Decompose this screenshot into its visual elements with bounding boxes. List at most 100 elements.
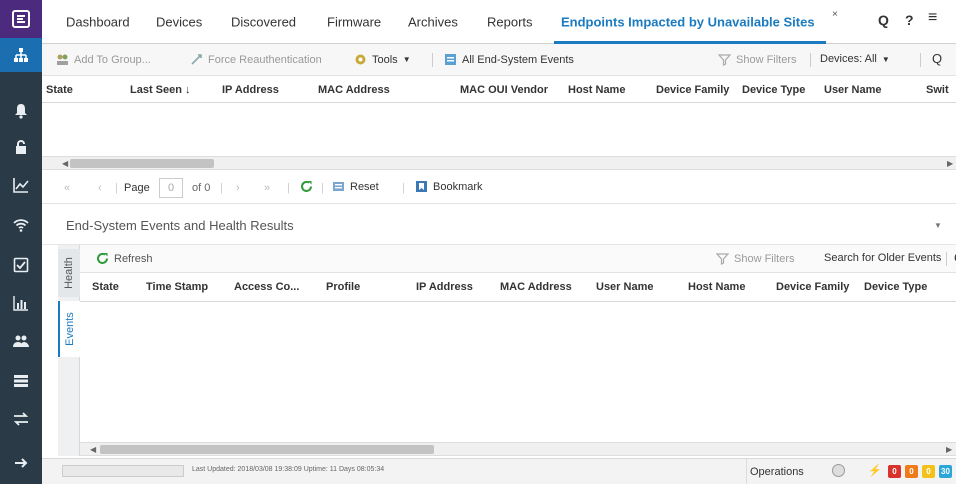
chevron-down-icon: ▼ — [402, 55, 411, 64]
alarm-mute-icon[interactable]: ⚡ — [868, 464, 882, 477]
tab-events[interactable]: Events — [58, 301, 80, 357]
scroll-right-icon[interactable]: ▶ — [947, 159, 953, 168]
column-header[interactable]: Host Name — [688, 281, 745, 293]
grid-search-icon[interactable]: Q — [932, 51, 942, 66]
filter-icon — [718, 54, 731, 66]
menu-icon[interactable]: ≡ — [928, 9, 937, 27]
column-header[interactable]: IP Address — [222, 84, 279, 96]
tab-dashboard[interactable]: Dashboard — [66, 15, 130, 30]
refresh-label: Refresh — [114, 252, 153, 265]
page-number-input[interactable]: 0 — [159, 178, 183, 198]
warning-alarm-badge[interactable]: 0 — [922, 465, 935, 478]
arrow-right-icon[interactable] — [0, 446, 42, 480]
column-header[interactable]: Profile — [326, 281, 360, 293]
events-icon — [445, 54, 456, 65]
tab-devices[interactable]: Devices — [156, 15, 202, 30]
column-header[interactable]: MAC OUI Vendor — [460, 84, 548, 96]
logo-icon[interactable] — [0, 0, 42, 38]
column-header[interactable]: State — [46, 84, 73, 96]
events-horizontal-scrollbar[interactable]: ◀ ▶ — [80, 442, 956, 456]
column-header[interactable]: MAC Address — [318, 84, 390, 96]
tab-discovered[interactable]: Discovered — [231, 15, 296, 30]
column-header[interactable]: User Name — [596, 281, 653, 293]
add-to-group-button[interactable]: Add To Group... — [56, 53, 151, 66]
section-title: End-System Events and Health Results — [66, 218, 294, 233]
info-alarm-badge[interactable]: 30 — [939, 465, 952, 478]
critical-alarm-badge[interactable]: 0 — [888, 465, 901, 478]
column-header[interactable]: Device Family — [656, 84, 729, 96]
operations-status-icon[interactable] — [832, 464, 845, 477]
column-header[interactable]: Device Family — [776, 281, 849, 293]
all-events-label: All End-System Events — [462, 53, 574, 66]
server-icon[interactable] — [0, 364, 42, 398]
scrollbar-thumb[interactable] — [70, 159, 214, 168]
grid-horizontal-scrollbar[interactable]: ◀ ▶ — [42, 156, 956, 170]
tab-endpoints-impacted[interactable]: Endpoints Impacted by Unavailable Sites — [561, 15, 815, 30]
bell-icon[interactable] — [0, 94, 42, 128]
tab-health[interactable]: Health — [58, 249, 80, 297]
last-page-icon[interactable]: » — [264, 182, 270, 194]
column-header[interactable]: MAC Address — [500, 281, 572, 293]
checklist-icon[interactable] — [0, 248, 42, 282]
lock-icon[interactable] — [0, 130, 42, 164]
prev-page-icon[interactable]: ‹ — [98, 182, 102, 194]
tools-dropdown[interactable]: Tools ▼ — [354, 53, 411, 66]
grid-toolbar: Add To Group... Force Reauthentication T… — [42, 44, 956, 76]
column-header[interactable]: IP Address — [416, 281, 473, 293]
page-count: of 0 — [192, 182, 211, 194]
all-end-system-events-button[interactable]: All End-System Events — [444, 53, 574, 66]
column-header[interactable]: User Name — [824, 84, 881, 96]
force-reauth-button[interactable]: Force Reauthentication — [190, 53, 322, 66]
tools-label: Tools — [372, 53, 398, 66]
reset-button[interactable]: Reset — [332, 180, 379, 193]
scroll-left-icon[interactable]: ◀ — [90, 445, 96, 454]
app-root: Dashboard Devices Discovered Firmware Ar… — [0, 0, 956, 484]
tab-reports[interactable]: Reports — [487, 15, 533, 30]
column-header[interactable]: Device Type — [864, 281, 927, 293]
tab-archives[interactable]: Archives — [408, 15, 458, 30]
events-show-filters-button[interactable]: Show Filters — [716, 252, 795, 265]
column-header[interactable]: Time Stamp — [146, 281, 208, 293]
column-header[interactable]: Host Name — [568, 84, 625, 96]
tab-firmware[interactable]: Firmware — [327, 15, 381, 30]
end-system-events-section-header[interactable]: End-System Events and Health Results ▼ — [42, 205, 956, 245]
next-page-icon[interactable]: › — [236, 182, 240, 194]
scrollbar-thumb[interactable] — [100, 445, 434, 454]
column-header[interactable]: Swit — [926, 84, 949, 96]
devices-filter-dropdown[interactable]: Devices: All ▼ — [820, 53, 890, 65]
first-page-icon[interactable]: « — [64, 182, 70, 194]
divider: | — [287, 182, 290, 194]
help-icon[interactable]: ? — [905, 12, 914, 28]
bar-chart-icon[interactable] — [0, 286, 42, 320]
bookmark-icon — [416, 181, 427, 192]
bookmark-label: Bookmark — [433, 180, 483, 193]
column-header[interactable]: Device Type — [742, 84, 805, 96]
divider: | — [115, 182, 118, 194]
operations-button[interactable]: Operations — [750, 466, 804, 478]
page-label: Page — [124, 182, 150, 194]
exchange-icon[interactable] — [0, 402, 42, 436]
error-alarm-badge[interactable]: 0 — [905, 465, 918, 478]
search-older-events-button[interactable]: Search for Older Events — [824, 252, 941, 264]
search-icon[interactable]: Q — [878, 12, 889, 28]
column-header[interactable]: Access Co... — [234, 281, 299, 293]
users-icon[interactable] — [0, 324, 42, 358]
add-to-group-label: Add To Group... — [74, 53, 151, 66]
scroll-left-icon[interactable]: ◀ — [62, 159, 68, 168]
chevron-down-icon[interactable]: ▼ — [934, 221, 942, 230]
column-header[interactable]: Last Seen ↓ — [130, 84, 191, 96]
wifi-icon[interactable] — [0, 208, 42, 242]
show-filters-button[interactable]: Show Filters — [718, 53, 797, 66]
scroll-right-icon[interactable]: ▶ — [946, 445, 952, 454]
refresh-button[interactable]: Refresh — [96, 252, 153, 265]
divider — [746, 459, 747, 484]
chart-icon[interactable] — [0, 168, 42, 202]
bookmark-button[interactable]: Bookmark — [415, 180, 483, 193]
main-area: Dashboard Devices Discovered Firmware Ar… — [42, 0, 956, 484]
close-tab-icon[interactable]: × — [832, 9, 838, 20]
network-icon[interactable] — [0, 38, 42, 72]
sidebar — [0, 0, 42, 484]
refresh-icon[interactable] — [300, 180, 313, 196]
column-header[interactable]: State — [92, 281, 119, 293]
divider — [946, 252, 947, 266]
